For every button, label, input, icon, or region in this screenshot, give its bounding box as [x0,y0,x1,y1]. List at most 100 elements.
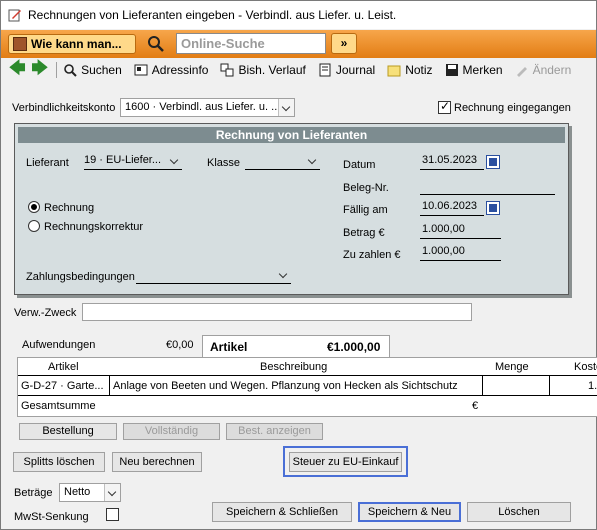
docno-label: Beleg-Nr. [343,182,389,194]
invoice-received-checkbox[interactable] [438,99,451,114]
radio-correction-label: Rechnungskorrektur [44,221,144,233]
tab-aufwendungen-label: Aufwendungen [22,339,96,351]
forward-arrow-icon[interactable]: 🡆 [32,57,49,84]
back-arrow-icon[interactable]: 🡄 [9,57,26,84]
window-title: Rechnungen von Lieferanten eingeben - Ve… [28,8,397,22]
save-new-button[interactable]: Speichern & Neu [358,502,461,522]
grid-divider [18,395,597,396]
help-button[interactable]: Wie kann man... [8,34,136,54]
toolbar-remember-label: Merken [462,63,503,77]
neu-berechnen-button[interactable]: Neu berechnen [112,452,202,472]
items-table: Artikel Beschreibung Menge Koste G-D-27 … [17,357,597,417]
supplier-label: Lieferant [26,157,69,169]
radio-invoice[interactable] [28,201,40,213]
topay-field: 1.000,00 [420,245,501,261]
grid-divider [549,375,550,395]
class-label: Klasse [207,157,241,169]
terms-label: Zahlungsbedingungen [26,271,135,283]
splitts-loeschen-button[interactable]: Splitts löschen [13,452,105,472]
history-icon [220,63,234,77]
toolbar-journal-label: Journal [335,63,376,77]
toolbar-history-label: Bish. Verlauf [238,63,306,77]
bestellung-button[interactable]: Bestellung [19,423,117,440]
toolbar-address-label: Adressinfo [151,63,209,77]
tab-artikel-label: Artikel [210,340,248,354]
due-date-field[interactable]: 10.06.2023 [420,200,484,216]
edit-icon [516,67,527,77]
save-close-button[interactable]: Speichern & Schließen [212,502,352,522]
toolbar: 🡄 🡆 Suchen Adressinfo Bish. Verlauf Jour… [1,59,596,81]
mwst-checkbox[interactable] [106,508,119,521]
online-search-input[interactable]: Online-Suche [176,33,326,54]
address-icon [134,64,148,76]
chevron-down-icon [277,268,291,284]
terms-select[interactable] [136,268,291,284]
toolbar-edit: Ändern [515,63,571,77]
grid-divider [18,375,597,376]
toolbar-remember[interactable]: Merken [445,63,503,77]
toolbar-history[interactable]: Bish. Verlauf [220,63,306,77]
toolbar-search-label: Suchen [81,63,122,77]
panel-title: Rechnung von Lieferanten [18,127,565,143]
amount-label: Betrag € [343,227,385,239]
tab-artikel[interactable]: Artikel €1.000,00 [202,335,390,357]
search-icon[interactable] [147,35,165,53]
chevron-down-icon [104,484,120,501]
mwst-label: MwSt-Senkung [14,511,89,523]
account-select-value: 1600 · Verbindl. aus Liefer. u. ... [125,101,281,113]
supplier-value: 19 · EU-Liefer... [84,154,162,166]
column-header-artikel: Artikel [48,361,79,373]
toolbar-note[interactable]: Notiz [387,63,433,77]
best-anzeigen-button: Best. anzeigen [226,423,323,440]
help-cube-icon [13,37,27,51]
tab-artikel-amount: €1.000,00 [327,340,381,354]
invoice-received-label: Rechnung eingegangen [454,102,571,114]
chevron-down-icon [306,154,320,170]
account-select[interactable]: 1600 · Verbindl. aus Liefer. u. ... [120,98,295,117]
toolbar-journal[interactable]: Journal [318,63,375,77]
journal-icon [319,63,331,77]
radio-invoice-label: Rechnung [44,202,95,214]
title-bar: Rechnungen von Lieferanten eingeben - Ve… [1,1,596,29]
save-icon [445,64,458,76]
class-select[interactable] [245,154,320,170]
calendar-icon[interactable] [486,201,500,215]
row-beschreibung: Anlage von Beeten und Wegen. Pflanzung v… [113,380,458,392]
tab-aufwendungen-amount: €0,00 [166,339,194,351]
tabs: Aufwendungen €0,00 Artikel €1.000,00 [14,335,596,357]
edit-pencil-icon [8,9,21,22]
invoice-window: Rechnungen von Lieferanten eingeben - Ve… [0,0,597,530]
help-search-bar: Wie kann man... Online-Suche » [1,30,596,58]
form-area: Verbindlichkeitskonto 1600 · Verbindl. a… [1,81,597,529]
toolbar-divider [56,62,58,78]
note-icon [387,65,401,77]
toolbar-search[interactable]: Suchen [63,63,122,77]
row-artikel: G-D-27 · Garte... [21,380,104,392]
chevron-down-icon [168,154,182,170]
column-header-kosten: Koste [574,361,597,373]
toolbar-address[interactable]: Adressinfo [134,63,209,77]
tab-aufwendungen[interactable]: Aufwendungen €0,00 [22,335,202,357]
amount-field[interactable]: 1.000,00 [420,223,501,239]
date-field[interactable]: 31.05.2023 [420,154,484,170]
grid-divider [482,375,483,395]
invoice-panel: Rechnung von Lieferanten Lieferant 19 · … [14,123,569,295]
docno-field[interactable] [420,179,555,195]
betraege-select[interactable]: Netto [59,483,121,502]
account-label: Verbindlichkeitskonto [12,102,116,114]
delete-button[interactable]: Löschen [467,502,571,522]
toolbar-note-label: Notiz [405,63,433,77]
steuer-eu-button[interactable]: Steuer zu EU-Einkauf [289,452,402,472]
supplier-select[interactable]: 19 · EU-Liefer... [84,154,182,170]
topay-label: Zu zahlen € [343,249,401,261]
betraege-value: Netto [64,486,91,498]
purpose-label: Verw.-Zweck [14,307,77,319]
radio-correction[interactable] [28,220,40,232]
calendar-icon[interactable] [486,155,500,169]
due-label: Fällig am [343,204,388,216]
search-go-button[interactable]: » [331,33,357,54]
purpose-input[interactable] [82,303,472,321]
date-label: Datum [343,159,376,171]
help-button-label: Wie kann man... [31,37,122,51]
total-currency: € [472,400,479,412]
